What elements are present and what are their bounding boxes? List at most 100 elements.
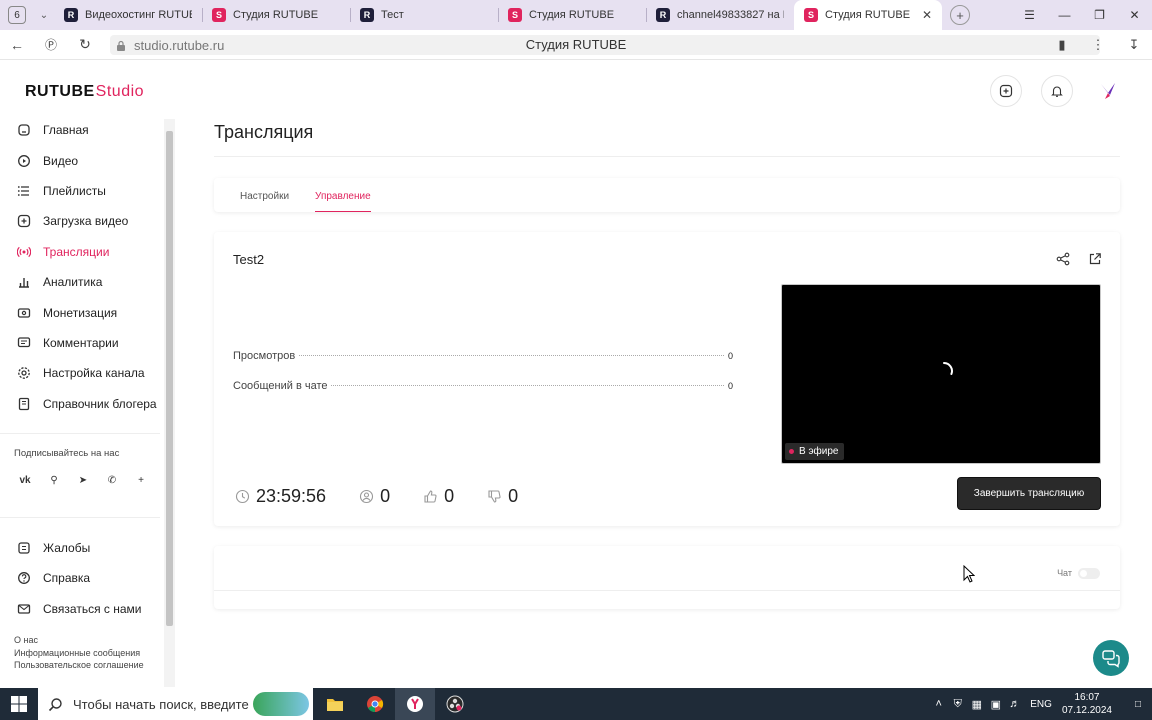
support-chat-button[interactable] bbox=[1093, 640, 1129, 676]
sidebar-item-upload[interactable]: Загрузка видео bbox=[0, 206, 176, 236]
url-text: studio.rutube.ru bbox=[134, 37, 225, 53]
url-field[interactable]: studio.rutube.ru bbox=[110, 35, 1100, 55]
chevron-up-icon[interactable]: ˄ bbox=[929, 698, 948, 710]
menu-icon[interactable]: ☰ bbox=[1012, 0, 1047, 30]
back-icon[interactable]: ← bbox=[0, 30, 34, 60]
taskbar-clock[interactable]: 16:07 07.12.2024 bbox=[1062, 691, 1112, 717]
close-window-icon[interactable]: ✕ bbox=[1117, 0, 1152, 30]
avatar[interactable] bbox=[1092, 75, 1124, 107]
studio-page: RUTUBEStudio Главная Видео Плейлисты Заг… bbox=[0, 61, 1152, 688]
footer-link-info[interactable]: Информационные сообщения bbox=[14, 647, 176, 660]
new-tab-button[interactable]: + bbox=[950, 5, 970, 25]
browser-tab[interactable]: R Видеохостинг RUTUBE bbox=[54, 0, 202, 30]
logo-studio: Studio bbox=[95, 83, 145, 100]
more-icon[interactable]: ⋮ bbox=[1080, 30, 1116, 60]
tab-settings[interactable]: Настройки bbox=[240, 191, 289, 212]
taskbar-app-chrome[interactable] bbox=[355, 688, 395, 720]
viber-icon[interactable]: ✆ bbox=[102, 471, 122, 491]
vk-icon[interactable]: vk bbox=[15, 471, 35, 491]
chat-toggle[interactable] bbox=[1078, 568, 1100, 579]
sidebar-item-label: Трансляции bbox=[43, 244, 110, 259]
taskbar-app-explorer[interactable] bbox=[315, 688, 355, 720]
page-title: Трансляция bbox=[214, 122, 314, 142]
close-tab-icon[interactable]: ✕ bbox=[922, 8, 932, 22]
title-divider bbox=[214, 156, 1120, 157]
plus-icon[interactable]: + bbox=[131, 471, 151, 491]
reload-icon[interactable]: ↻ bbox=[68, 30, 102, 60]
network-icon[interactable]: ▣ bbox=[986, 698, 1005, 711]
stat-leader bbox=[331, 385, 724, 386]
sidebar-item-broadcasts[interactable]: Трансляции bbox=[0, 237, 176, 267]
browser-tab-label: Студия RUTUBE bbox=[529, 9, 615, 21]
sidebar-scrollbar-thumb[interactable] bbox=[166, 131, 173, 626]
chat-label: Чат bbox=[1057, 568, 1072, 578]
sidebar-item-analytics[interactable]: Аналитика bbox=[0, 267, 176, 297]
notifications-button[interactable] bbox=[1041, 75, 1073, 107]
tab-counter-icon[interactable]: 6 bbox=[8, 6, 26, 24]
language-indicator[interactable]: ENG bbox=[1030, 699, 1052, 710]
live-dot-icon bbox=[789, 449, 794, 454]
browser-tab[interactable]: R Тест bbox=[350, 0, 498, 30]
telegram-icon[interactable]: ➤ bbox=[73, 471, 93, 491]
timer-value: 23:59:56 bbox=[256, 486, 327, 506]
window-controls: ☰ — ❐ ✕ bbox=[1012, 0, 1152, 30]
sidebar-item-help[interactable]: Справка bbox=[0, 563, 176, 593]
sidebar-item-label: Видео bbox=[43, 153, 79, 168]
book-icon bbox=[16, 396, 32, 412]
timer-counter: 23:59:56 bbox=[234, 486, 326, 507]
add-content-button[interactable] bbox=[990, 75, 1022, 107]
minimize-icon[interactable]: — bbox=[1047, 0, 1082, 30]
chrome-icon bbox=[367, 696, 384, 713]
sidebar-item-playlists[interactable]: Плейлисты bbox=[0, 176, 176, 206]
download-icon[interactable]: ↧ bbox=[1116, 30, 1152, 60]
footer-link-about[interactable]: О нас bbox=[14, 634, 176, 647]
sidebar-item-monetization[interactable]: Монетизация bbox=[0, 297, 176, 327]
restore-icon[interactable]: ❐ bbox=[1082, 0, 1117, 30]
sidebar-item-complaints[interactable]: Жалобы bbox=[0, 533, 176, 563]
likes-counter: 0 bbox=[422, 486, 454, 507]
browser-tab[interactable]: S Студия RUTUBE bbox=[202, 0, 350, 30]
taskbar-app-obs[interactable] bbox=[435, 688, 475, 720]
ok-icon[interactable]: ⚲ bbox=[44, 471, 64, 491]
rutube-studio-icon: S bbox=[508, 8, 522, 22]
bookmark-icon[interactable]: ▮ bbox=[1044, 30, 1080, 60]
share-icon[interactable] bbox=[1056, 252, 1070, 266]
social-links: vk ⚲ ➤ ✆ + bbox=[0, 471, 176, 491]
battery-icon[interactable]: ▦ bbox=[967, 698, 986, 711]
sidebar-item-channel-settings[interactable]: Настройка канала bbox=[0, 358, 176, 388]
support-chat-icon bbox=[1102, 650, 1120, 668]
dislikes-counter: 0 bbox=[486, 486, 518, 507]
rutube-icon: R bbox=[360, 8, 374, 22]
stream-name: Test2 bbox=[233, 252, 265, 267]
sidebar-item-blogger-guide[interactable]: Справочник блогера bbox=[0, 389, 176, 419]
notification-center-icon[interactable]: □ bbox=[1124, 699, 1152, 710]
sidebar-item-comments[interactable]: Комментарии bbox=[0, 328, 176, 358]
taskbar-app-yandex[interactable] bbox=[395, 688, 435, 720]
taskbar-search[interactable]: Чтобы начать поиск, введите bbox=[38, 688, 313, 720]
chevron-down-icon[interactable]: ⌄ bbox=[34, 10, 54, 21]
security-shield-icon[interactable]: ⛨ bbox=[948, 698, 967, 711]
sidebar-divider bbox=[0, 516, 160, 518]
end-stream-button[interactable]: Завершить трансляцию bbox=[957, 477, 1101, 510]
yandex-icon[interactable]: Ⓟ bbox=[34, 30, 68, 60]
rutube-studio-logo[interactable]: RUTUBEStudio bbox=[25, 83, 144, 101]
sidebar-item-label: Загрузка видео bbox=[43, 214, 129, 229]
sidebar-item-contact[interactable]: Связаться с нами bbox=[0, 594, 176, 624]
browser-tab-active[interactable]: S Студия RUTUBE ✕ bbox=[794, 0, 942, 30]
sidebar-item-label: Аналитика bbox=[43, 275, 103, 290]
header-actions bbox=[990, 75, 1124, 107]
sidebar-item-video[interactable]: Видео bbox=[0, 145, 176, 175]
windows-logo-icon bbox=[11, 696, 27, 712]
browser-tab-strip: 6 ⌄ R Видеохостинг RUTUBE S Студия RUTUB… bbox=[0, 0, 1152, 30]
footer-link-terms[interactable]: Пользовательское соглашение bbox=[14, 659, 176, 672]
stat-label: Просмотров bbox=[233, 350, 296, 362]
windows-start-button[interactable] bbox=[0, 688, 38, 720]
video-player[interactable]: В эфире bbox=[781, 284, 1101, 464]
browser-tab[interactable]: S Студия RUTUBE bbox=[498, 0, 646, 30]
tab-management[interactable]: Управление bbox=[315, 191, 371, 212]
sidebar-item-home[interactable]: Главная bbox=[0, 115, 176, 145]
video-icon bbox=[16, 153, 32, 169]
external-link-icon[interactable] bbox=[1088, 252, 1102, 266]
browser-tab[interactable]: R channel49833827 на RUTUBE bbox=[646, 0, 794, 30]
volume-icon[interactable]: ♬ bbox=[1005, 698, 1024, 710]
